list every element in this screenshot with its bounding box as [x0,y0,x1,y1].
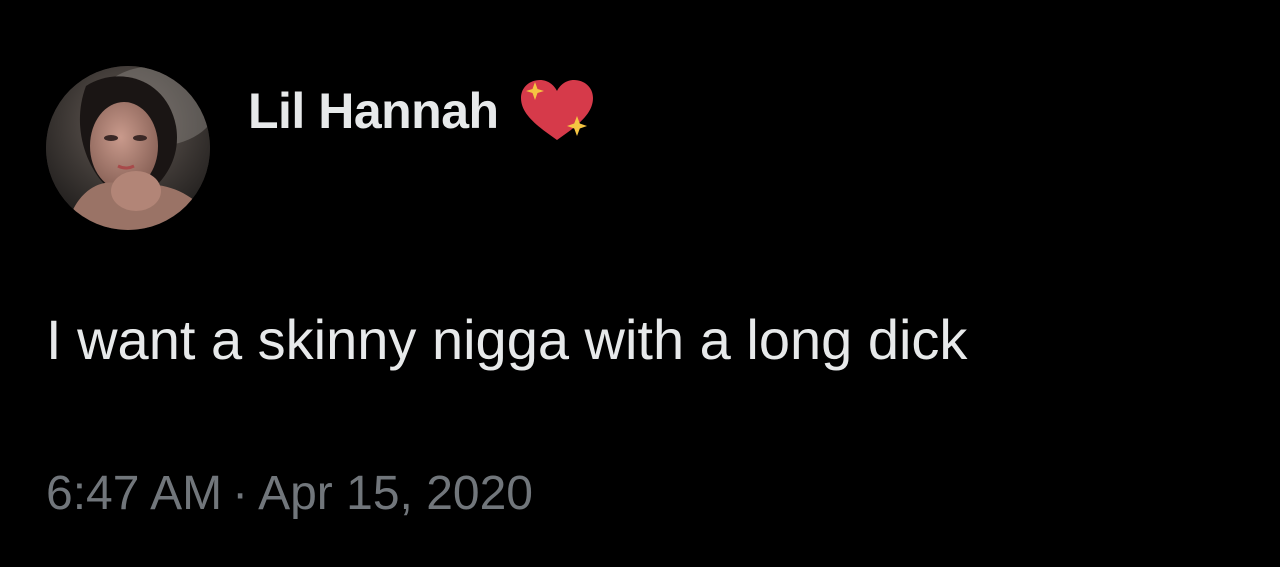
tweet-card: Lil Hannah I want a skinny nigga with a … [0,0,1280,567]
tweet-header: Lil Hannah [46,66,597,230]
sparkling-heart-icon [517,78,597,144]
author-display-name[interactable]: Lil Hannah [248,81,499,141]
avatar-photo-icon [46,66,210,230]
timestamp-separator: · [232,467,249,520]
tweet-time: 6:47 AM [46,467,223,520]
avatar[interactable] [46,66,210,230]
author-row: Lil Hannah [248,78,597,144]
tweet-text: I want a skinny nigga with a long dick [46,308,968,371]
tweet-date: Apr 15, 2020 [258,467,533,520]
tweet-timestamp[interactable]: 6:47 AM · Apr 15, 2020 [46,464,533,524]
